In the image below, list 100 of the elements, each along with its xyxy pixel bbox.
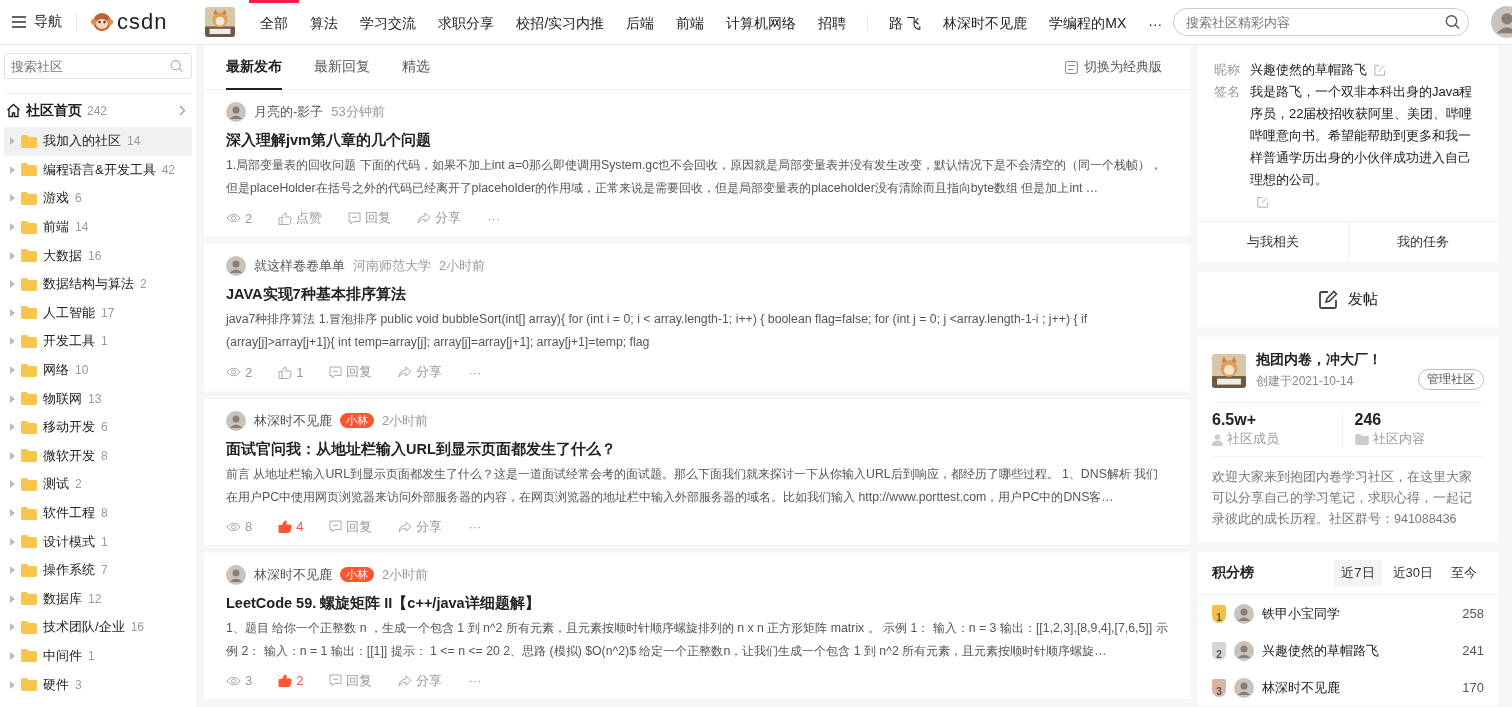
- category-item[interactable]: 人工智能 17: [4, 298, 192, 328]
- triangle-right-icon[interactable]: [10, 366, 15, 375]
- triangle-right-icon[interactable]: [10, 623, 15, 632]
- thumbs-up-icon[interactable]: [278, 674, 293, 688]
- feed-tab[interactable]: 最新回复: [314, 45, 370, 90]
- category-item[interactable]: 设计模式 1: [4, 527, 192, 556]
- category-item[interactable]: 操作系统 7: [4, 555, 192, 585]
- share-icon[interactable]: [398, 674, 413, 687]
- feed-tab[interactable]: 精选: [402, 45, 430, 90]
- user-link[interactable]: 林深时不见鹿: [932, 0, 1039, 45]
- triangle-right-icon[interactable]: [10, 165, 15, 174]
- category-item[interactable]: 游戏 6: [4, 184, 192, 213]
- nav-tab[interactable]: 学习交流: [349, 0, 428, 45]
- triangle-right-icon[interactable]: [10, 480, 15, 489]
- category-item[interactable]: 移动开发 6: [4, 412, 192, 442]
- share-icon[interactable]: [417, 212, 432, 224]
- nav-tab[interactable]: 后端: [615, 0, 666, 45]
- triangle-right-icon[interactable]: [10, 451, 15, 460]
- author-name[interactable]: 林深时不见鹿: [254, 565, 332, 584]
- nav-tab[interactable]: 校招/实习内推: [505, 0, 616, 45]
- search-field[interactable]: 搜索社区精彩内容: [1173, 8, 1470, 36]
- post-title[interactable]: JAVA实现7种基本排序算法: [226, 285, 1168, 305]
- share-icon[interactable]: [398, 520, 413, 533]
- manage-community-button[interactable]: 管理社区: [1418, 369, 1484, 390]
- more-button[interactable]: ···: [1137, 0, 1174, 45]
- nav-tab[interactable]: 前端: [665, 0, 716, 45]
- nav-menu-button[interactable]: 导航: [0, 13, 77, 31]
- category-item[interactable]: 前端 14: [4, 212, 192, 242]
- comment-icon[interactable]: [348, 211, 362, 225]
- switch-classic-button[interactable]: 切换为经典版: [1059, 57, 1168, 77]
- search-field[interactable]: 搜索社区: [4, 53, 192, 79]
- menu-icon[interactable]: [12, 16, 26, 28]
- triangle-right-icon[interactable]: [10, 223, 15, 232]
- avatar[interactable]: [1234, 640, 1254, 661]
- triangle-right-icon[interactable]: [10, 394, 15, 403]
- period-tab[interactable]: 近7日: [1334, 560, 1382, 586]
- nav-tab[interactable]: 求职分享: [427, 0, 506, 45]
- category-item[interactable]: 技术团队/企业 16: [4, 613, 192, 642]
- avatar[interactable]: [1234, 603, 1254, 624]
- category-item[interactable]: 物联网 13: [4, 384, 192, 413]
- user-name[interactable]: 兴趣使然的草帽路飞: [1262, 641, 1379, 660]
- category-item[interactable]: 网络 10: [4, 355, 192, 385]
- triangle-right-icon[interactable]: [10, 280, 15, 289]
- user-name[interactable]: 林深时不见鹿: [1262, 678, 1340, 697]
- category-item[interactable]: 开发工具 1: [4, 327, 192, 356]
- avatar[interactable]: [226, 256, 246, 277]
- edit-icon[interactable]: [1318, 289, 1338, 310]
- new-post-button[interactable]: 发帖: [1198, 272, 1498, 327]
- author-name[interactable]: 月亮的-影子: [254, 103, 324, 121]
- period-tab[interactable]: 近30日: [1385, 560, 1440, 586]
- search-icon[interactable]: [1445, 14, 1461, 30]
- comment-icon[interactable]: [329, 520, 343, 533]
- category-item[interactable]: 测试 2: [4, 470, 192, 499]
- chevron-right-icon[interactable]: [179, 105, 186, 116]
- share-icon[interactable]: [398, 366, 413, 379]
- community-name[interactable]: 抱团内卷，冲大厂！: [1256, 351, 1382, 369]
- triangle-right-icon[interactable]: [10, 594, 15, 603]
- category-item[interactable]: 我加入的社区 14: [4, 127, 192, 156]
- nav-tab[interactable]: 算法: [299, 0, 350, 45]
- thumbs-up-icon[interactable]: [278, 211, 293, 225]
- triangle-right-icon[interactable]: [10, 423, 15, 432]
- user-link[interactable]: 学编程的MX: [1038, 0, 1138, 45]
- nav-tab[interactable]: 招聘: [807, 0, 858, 45]
- triangle-right-icon[interactable]: [10, 652, 15, 660]
- category-item[interactable]: 硬件 3: [4, 670, 192, 699]
- comment-icon[interactable]: [329, 365, 343, 379]
- author-name[interactable]: 就这样卷卷单单: [254, 257, 345, 276]
- user-link[interactable]: 路 飞: [878, 0, 933, 45]
- triangle-right-icon[interactable]: [10, 251, 15, 260]
- category-item[interactable]: 中间件 1: [4, 641, 192, 671]
- triangle-right-icon[interactable]: [10, 566, 15, 575]
- category-item[interactable]: 大数据 16: [4, 241, 192, 270]
- logo-text[interactable]: csdn: [117, 9, 168, 35]
- triangle-right-icon[interactable]: [10, 308, 15, 317]
- triangle-right-icon[interactable]: [10, 137, 15, 146]
- category-item[interactable]: 数据结构与算法 2: [4, 269, 192, 299]
- category-item[interactable]: 数据库 12: [4, 584, 192, 614]
- user-name[interactable]: 铁甲小宝同学: [1262, 604, 1340, 623]
- home-link[interactable]: 社区首页: [26, 101, 82, 120]
- category-item[interactable]: 微软开发 8: [4, 441, 192, 471]
- post-title[interactable]: 深入理解jvm第八章的几个问题: [226, 131, 1168, 150]
- triangle-right-icon[interactable]: [10, 194, 15, 203]
- nav-tab[interactable]: 计算机网络: [715, 0, 808, 45]
- triangle-right-icon[interactable]: [10, 337, 15, 346]
- triangle-right-icon[interactable]: [10, 537, 15, 546]
- author-name[interactable]: 林深时不见鹿: [254, 411, 332, 430]
- triangle-right-icon[interactable]: [10, 680, 15, 689]
- triangle-right-icon[interactable]: [10, 509, 15, 517]
- home-icon[interactable]: [6, 103, 21, 118]
- monkey-logo-icon[interactable]: [91, 12, 113, 32]
- period-tab[interactable]: 至今: [1444, 560, 1484, 586]
- avatar[interactable]: [226, 102, 246, 122]
- post-title[interactable]: 面试官问我：从地址栏输入URL到显示页面都发生了什么？: [226, 439, 1168, 459]
- thumbs-up-icon[interactable]: [278, 365, 293, 379]
- avatar[interactable]: [226, 564, 246, 585]
- comment-icon[interactable]: [329, 674, 343, 688]
- avatar[interactable]: [1234, 677, 1254, 698]
- layout-icon[interactable]: [1065, 60, 1078, 74]
- category-item[interactable]: 软件工程 8: [4, 498, 192, 528]
- post-title[interactable]: LeetCode 59. 螺旋矩阵 II【c++/java详细题解】: [226, 593, 1168, 613]
